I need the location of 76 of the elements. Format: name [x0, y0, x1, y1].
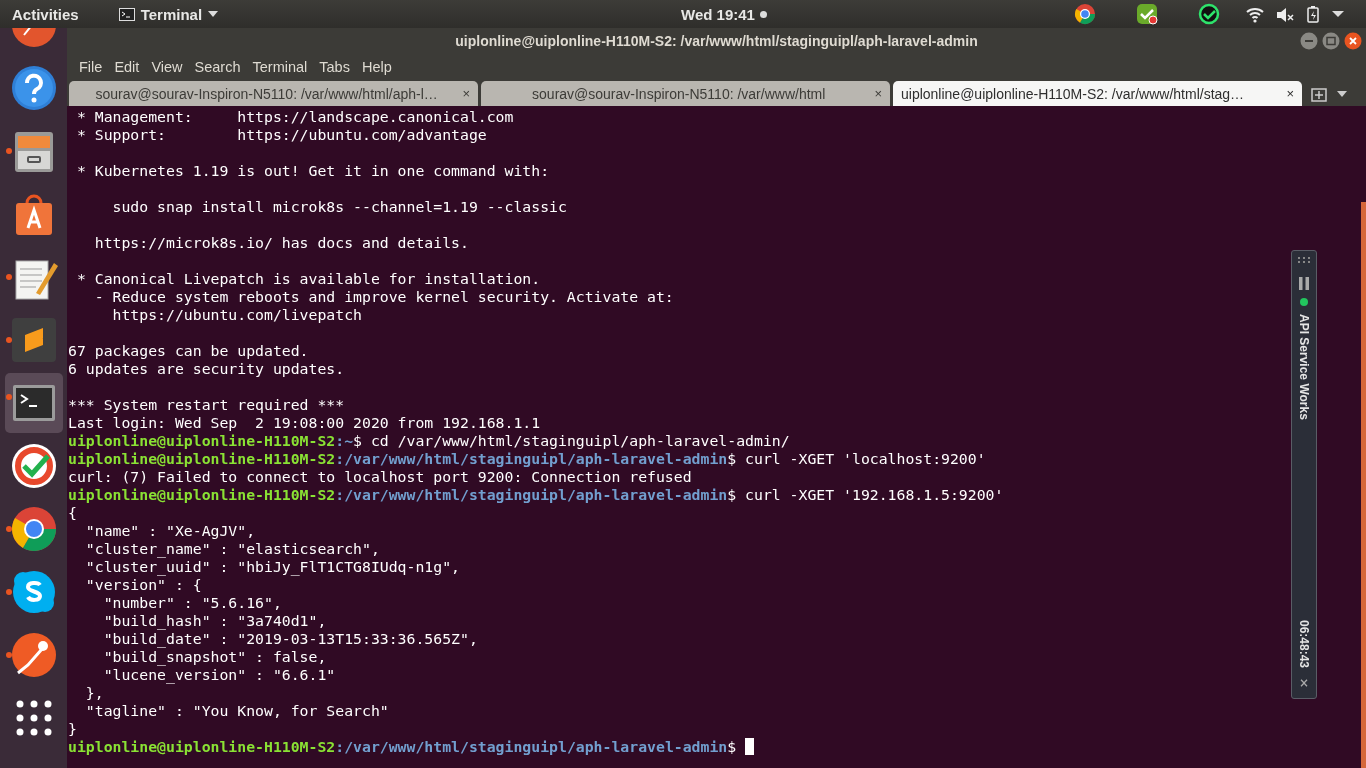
tab-close-button[interactable]: × — [1286, 86, 1294, 101]
output-line: - Reduce system reboots and improve kernel security. Activate at: — [93, 288, 674, 305]
drag-handle-icon[interactable] — [1298, 257, 1310, 263]
output-line: https://microk8s.io/ has docs and details. — [93, 234, 469, 251]
menu-item[interactable]: Help — [355, 59, 398, 75]
tab-close-button[interactable]: × — [874, 86, 882, 101]
menu-item[interactable]: File — [73, 59, 109, 75]
tab[interactable]: sourav@sourav-Inspiron-N5110: /var/www/html × — [481, 81, 890, 106]
close-button[interactable]: × — [1299, 674, 1309, 692]
output-line: "version" : { — [84, 576, 202, 593]
command-text: $ cd /var/www/html/staginguipl/aph-laravel-admin/ — [353, 432, 790, 449]
menu-item[interactable]: Terminal — [246, 59, 314, 75]
tab-label: sourav@sourav-Inspiron-N5110: /var/www/html/aph-l… — [94, 85, 439, 102]
output-line: * Kubernetes 1.19 is out! Get it in one command with: — [75, 162, 550, 179]
output-line: "build_date" : "2019-03-13T15:33:36.565Z", — [102, 630, 478, 647]
output-line: 67 packages can be updated. — [68, 342, 309, 359]
service-label: API Service Works — [1296, 314, 1312, 420]
tab[interactable]: uiplonline@uiplonline-H110M-S2: /var/www/html/stag… × — [893, 81, 1302, 106]
prompt-path: :~ — [335, 432, 354, 449]
output-line: "name" : "Xe-AgJV", — [84, 522, 256, 539]
window-title: uiplonline@uiplonline-H110M-S2: /var/www/html/staginguipl/aph-laravel-admin — [455, 33, 978, 49]
prompt-user: uiplonline@uiplonline-H110M-S2 — [68, 738, 336, 755]
pause-icon[interactable] — [1299, 277, 1309, 290]
close-icon[interactable] — [1344, 32, 1362, 50]
menu-item[interactable]: Search — [188, 59, 247, 75]
output-line: 6 updates are security updates. — [68, 360, 345, 377]
output-line: * Management: https://landscape.canonical.com — [75, 108, 514, 125]
prompt-user: uiplonline@uiplonline-H110M-S2 — [68, 450, 336, 467]
terminal-icon — [118, 7, 135, 21]
volume-muted-icon[interactable] — [1276, 5, 1294, 23]
menu-item[interactable]: Tabs — [313, 59, 356, 75]
clock[interactable]: Wed 19:41 — [681, 6, 755, 23]
output-line: Last login: Wed Sep 2 19:08:00 2020 from 192.168.1.1 — [68, 414, 541, 431]
output-line: "lucene_version" : "6.6.1" — [102, 666, 336, 683]
tab-close-button[interactable]: × — [462, 86, 470, 101]
output-line: } — [68, 720, 77, 737]
output-line: "cluster_uuid" : "hbiJy_FlT1CTG8IUdq-n1g", — [84, 558, 460, 575]
output-line: }, — [84, 684, 104, 701]
menu-item[interactable]: Edit — [108, 59, 146, 75]
output-line: *** System restart required *** — [68, 396, 345, 413]
elapsed-timer: 06:48:43 — [1296, 619, 1312, 668]
menu-item[interactable]: View — [145, 59, 189, 75]
wifi-icon[interactable] — [1246, 5, 1264, 23]
check-circle-icon[interactable] — [1198, 3, 1220, 25]
output-line: "cluster_name" : "elasticsearch", — [84, 540, 380, 557]
output-line: https://ubuntu.com/livepatch — [111, 306, 362, 323]
browser-icon[interactable] — [1074, 3, 1096, 25]
tab-label: uiplonline@uiplonline-H110M-S2: /var/www/html/stag… — [901, 85, 1246, 102]
command-text: $ curl -XGET 'localhost:9200' — [727, 450, 986, 467]
activities-button[interactable]: Activities — [12, 5, 79, 23]
prompt-path: :/var/www/html/staginguipl/aph-laravel-admin — [335, 450, 728, 467]
command-text: $ curl -XGET '192.168.1.5:9200' — [727, 486, 1004, 503]
caret-icon — [208, 11, 219, 17]
app-menu[interactable]: Terminal — [118, 5, 219, 23]
output-line: "tagline" : "You Know, for Search" — [84, 702, 389, 719]
output-line: "build_hash" : "3a740d1", — [102, 612, 327, 629]
command-text: $ — [727, 738, 738, 755]
prompt-user: uiplonline@uiplonline-H110M-S2 — [68, 432, 336, 449]
output-line: { — [68, 504, 77, 521]
output-line: curl: (7) Failed to connect to localhost port 9200: Connection refused — [68, 468, 692, 485]
output-line: * Canonical Livepatch is available for installation. — [75, 270, 541, 287]
checkmark-icon[interactable] — [1136, 3, 1158, 25]
output-line: sudo snap install microk8s --channel=1.19 --classic — [111, 198, 567, 215]
battery-icon[interactable] — [1306, 5, 1320, 23]
output-line: "number" : "5.6.16", — [102, 594, 282, 611]
output-line: "build_snapshot" : false, — [102, 648, 327, 665]
caret-icon[interactable] — [1337, 90, 1347, 97]
prompt-path: :/var/www/html/staginguipl/aph-laravel-admin — [335, 486, 728, 503]
prompt-user: uiplonline@uiplonline-H110M-S2 — [68, 486, 336, 503]
tab-label: sourav@sourav-Inspiron-N5110: /var/www/html — [531, 85, 827, 102]
output-line: * Support: https://ubuntu.com/advantage — [75, 126, 487, 143]
new-tab-icon[interactable] — [1311, 85, 1327, 102]
prompt-path: :/var/www/html/staginguipl/aph-laravel-admin — [335, 738, 728, 755]
caret-icon[interactable] — [1332, 11, 1344, 17]
minimize-icon[interactable] — [1300, 32, 1318, 50]
tab[interactable]: sourav@sourav-Inspiron-N5110: /var/www/html/aph-l… × — [69, 81, 478, 106]
